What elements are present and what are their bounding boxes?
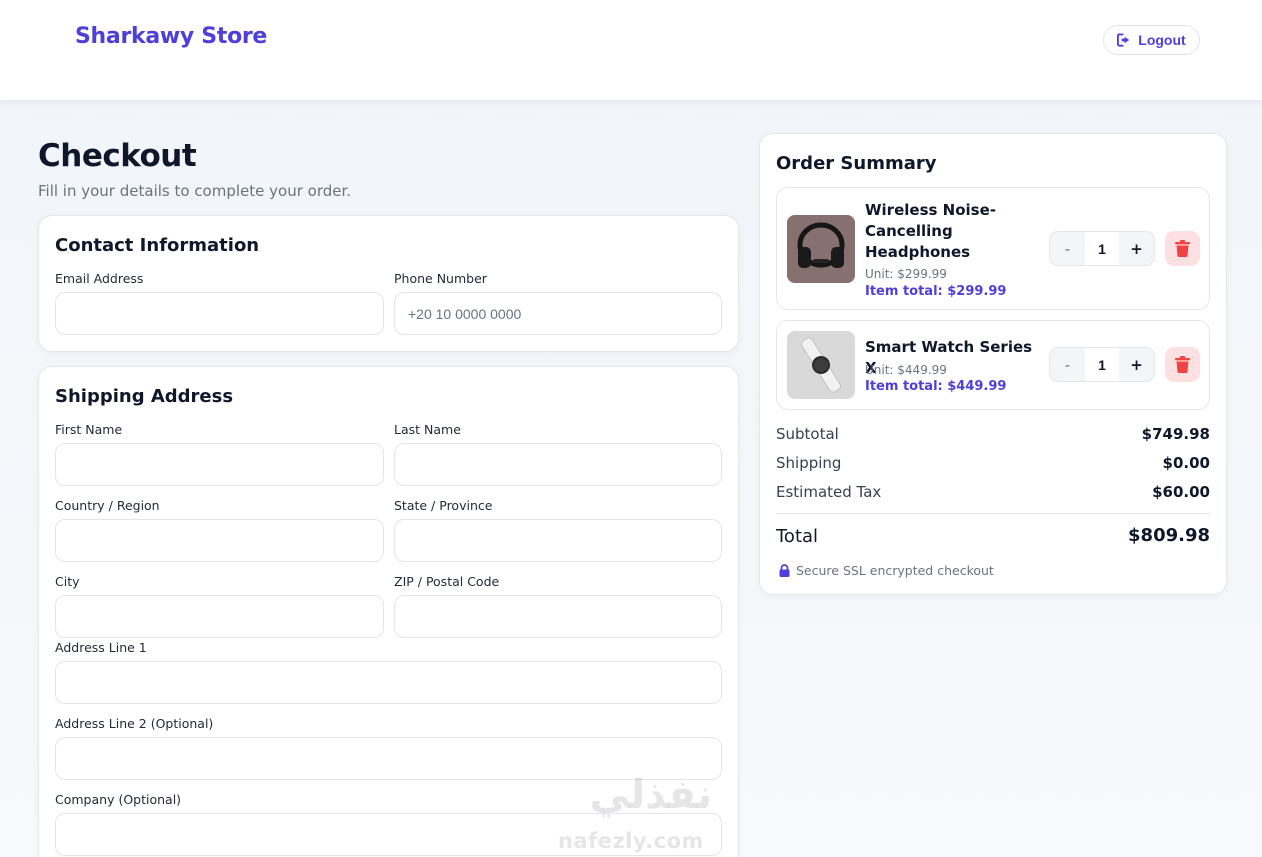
country-label: Country / Region bbox=[55, 498, 160, 513]
secure-checkout-text: Secure SSL encrypted checkout bbox=[796, 563, 994, 578]
logout-icon bbox=[1117, 33, 1130, 47]
first-name-field[interactable] bbox=[55, 443, 384, 486]
headphones-photo-icon bbox=[787, 215, 855, 283]
email-field[interactable] bbox=[55, 292, 384, 335]
quantity-stepper: - 1 + bbox=[1049, 231, 1155, 266]
cart-item: Smart Watch Series X Unit: $449.99 Item … bbox=[776, 320, 1210, 410]
quantity-value[interactable]: 1 bbox=[1085, 232, 1119, 265]
total-value: $809.98 bbox=[1128, 525, 1210, 546]
watermark-latin: nafezly.com bbox=[558, 829, 704, 853]
country-field[interactable] bbox=[55, 519, 384, 562]
trash-icon bbox=[1175, 356, 1190, 373]
last-name-label: Last Name bbox=[394, 422, 461, 437]
address-line-1-label: Address Line 1 bbox=[55, 640, 147, 655]
remove-item-button[interactable] bbox=[1165, 231, 1200, 266]
cart-item: Wireless Noise-Cancelling Headphones Uni… bbox=[776, 187, 1210, 310]
logout-button[interactable]: Logout bbox=[1103, 25, 1200, 55]
nafezly-watermark: نفذلي nafezly.com bbox=[548, 772, 718, 857]
quantity-value[interactable]: 1 bbox=[1085, 348, 1119, 381]
increase-quantity-button[interactable]: + bbox=[1119, 232, 1154, 265]
quantity-stepper: - 1 + bbox=[1049, 347, 1155, 382]
shipping-section-title: Shipping Address bbox=[55, 386, 234, 407]
increase-quantity-button[interactable]: + bbox=[1119, 348, 1154, 381]
item-unit-price: Unit: $299.99 bbox=[865, 267, 947, 281]
page-subtitle: Fill in your details to complete your or… bbox=[38, 182, 352, 200]
zip-label: ZIP / Postal Code bbox=[394, 574, 500, 589]
remove-item-button[interactable] bbox=[1165, 347, 1200, 382]
order-summary-title: Order Summary bbox=[776, 153, 937, 174]
zip-field[interactable] bbox=[394, 595, 722, 638]
decrease-quantity-button[interactable]: - bbox=[1050, 348, 1085, 381]
page-title: Checkout bbox=[38, 138, 197, 174]
tax-label: Estimated Tax bbox=[776, 483, 882, 501]
company-label: Company (Optional) bbox=[55, 792, 182, 807]
watermark-arabic: نفذلي bbox=[589, 772, 712, 818]
first-name-label: First Name bbox=[55, 422, 123, 437]
email-label: Email Address bbox=[55, 271, 144, 286]
state-label: State / Province bbox=[394, 498, 493, 513]
top-navbar: Sharkawy Store Logout bbox=[0, 0, 1262, 101]
item-name: Wireless Noise-Cancelling Headphones bbox=[865, 201, 996, 261]
city-field[interactable] bbox=[55, 595, 384, 638]
item-total: Item total: $299.99 bbox=[865, 284, 1007, 299]
logout-label: Logout bbox=[1138, 32, 1186, 48]
phone-field[interactable] bbox=[394, 292, 722, 335]
phone-label: Phone Number bbox=[394, 271, 487, 286]
address-line-1-field[interactable] bbox=[55, 661, 722, 704]
store-logo[interactable]: Sharkawy Store bbox=[75, 24, 267, 49]
item-unit-price: Unit: $449.99 bbox=[865, 363, 947, 377]
state-field[interactable] bbox=[394, 519, 722, 562]
summary-divider bbox=[776, 513, 1210, 514]
shipping-value: $0.00 bbox=[1162, 454, 1210, 472]
lock-icon bbox=[779, 564, 790, 577]
contact-section-title: Contact Information bbox=[55, 235, 260, 256]
last-name-field[interactable] bbox=[394, 443, 722, 486]
city-label: City bbox=[55, 574, 80, 589]
total-label: Total bbox=[776, 526, 819, 547]
tax-value: $60.00 bbox=[1152, 483, 1210, 501]
address-line-2-label: Address Line 2 (Optional) bbox=[55, 716, 214, 731]
decrease-quantity-button[interactable]: - bbox=[1050, 232, 1085, 265]
subtotal-label: Subtotal bbox=[776, 425, 839, 443]
trash-icon bbox=[1175, 240, 1190, 257]
secure-checkout-note: Secure SSL encrypted checkout bbox=[779, 563, 994, 578]
item-total: Item total: $449.99 bbox=[865, 379, 1007, 394]
smartwatch-photo-icon bbox=[787, 331, 855, 399]
shipping-label: Shipping bbox=[776, 454, 842, 472]
subtotal-value: $749.98 bbox=[1141, 425, 1210, 443]
